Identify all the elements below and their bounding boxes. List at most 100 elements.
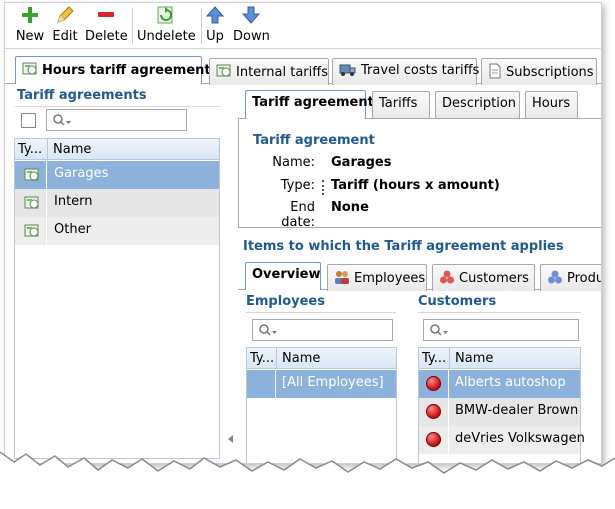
row-name: [All Employees] <box>282 375 384 390</box>
grid-header: Ty... Name <box>418 347 581 369</box>
name-value: Garages <box>331 155 392 170</box>
delete-label: Delete <box>85 29 128 44</box>
end-date-value: None <box>331 200 369 215</box>
column-separator <box>448 398 449 426</box>
row-name: Other <box>54 222 91 237</box>
column-header-name[interactable]: Name <box>53 142 91 157</box>
tab-label: Tariffs <box>379 96 418 111</box>
row-name: BMW-dealer Brown <box>455 403 579 418</box>
search-icon <box>53 114 71 126</box>
tariff-icon <box>24 224 39 237</box>
column-separator <box>46 161 47 189</box>
tab-label: Produ <box>567 271 602 286</box>
column-header-type[interactable]: Ty... <box>422 351 446 366</box>
column-header-name[interactable]: Name <box>282 351 320 366</box>
down-button[interactable]: Down <box>233 4 270 44</box>
toolbar-separator <box>132 8 133 44</box>
tab-label: Internal tariffs <box>236 65 328 80</box>
type-resize-handle[interactable] <box>322 180 324 195</box>
tab-employees[interactable]: Employees <box>327 264 427 291</box>
column-separator <box>46 217 47 245</box>
tab-hours[interactable]: Hours <box>525 91 578 118</box>
document-icon <box>489 63 501 79</box>
tab-hours-tariff-agreements[interactable]: Hours tariff agreements <box>15 56 218 84</box>
column-separator <box>46 189 47 217</box>
tab-products[interactable]: Produ <box>540 264 602 291</box>
toolbar: New Edit Delete Undelete Up Down <box>5 3 601 49</box>
column-separator[interactable] <box>47 139 48 159</box>
undelete-button[interactable]: Undelete <box>137 4 196 44</box>
products-icon <box>548 270 562 284</box>
divider <box>418 312 581 313</box>
edit-button[interactable]: Edit <box>51 4 79 44</box>
column-header-type[interactable]: Ty... <box>250 351 274 366</box>
table-row[interactable]: Garages <box>15 161 219 189</box>
undelete-label: Undelete <box>137 29 196 44</box>
tariff-icon <box>216 64 231 77</box>
tariff-agreements-title: Tariff agreements <box>17 88 147 103</box>
new-label: New <box>15 29 45 44</box>
customers-title: Customers <box>418 294 497 309</box>
search-icon <box>259 324 277 336</box>
tariff-icon <box>22 62 37 75</box>
torn-edge-decoration <box>0 451 615 509</box>
people-icon <box>335 271 349 284</box>
up-button[interactable]: Up <box>204 4 226 44</box>
up-label: Up <box>206 29 224 44</box>
table-row[interactable]: [All Employees] <box>247 370 396 398</box>
tab-customers[interactable]: Customers <box>432 264 535 291</box>
down-label: Down <box>233 29 270 44</box>
divider <box>15 106 220 107</box>
applies-title: Items to which the Tariff agreement appl… <box>243 239 564 254</box>
column-header-type[interactable]: Ty... <box>18 142 42 157</box>
table-row[interactable]: BMW-dealer Brown <box>419 398 580 426</box>
delete-button[interactable]: Delete <box>85 4 128 44</box>
tab-subscriptions[interactable]: Subscriptions <box>481 58 597 85</box>
tab-label: Hours tariff agreements <box>42 63 219 78</box>
row-name: Alberts autoshop <box>455 375 566 390</box>
employees-search-input[interactable] <box>252 319 393 341</box>
column-separator[interactable] <box>449 348 450 368</box>
search-input[interactable] <box>46 109 187 131</box>
customer-status-icon <box>426 376 441 391</box>
tab-internal-tariffs[interactable]: Internal tariffs <box>209 58 329 85</box>
column-separator <box>275 370 276 398</box>
customers-icon <box>440 270 454 284</box>
tab-label: Hours <box>532 96 571 111</box>
tab-overview[interactable]: Overview <box>245 262 321 290</box>
select-all-checkbox[interactable] <box>21 113 36 128</box>
tariff-icon <box>24 196 39 209</box>
truck-icon <box>339 64 356 76</box>
column-separator[interactable] <box>276 348 277 368</box>
tab-description[interactable]: Description <box>435 91 520 118</box>
plus-icon <box>22 7 38 23</box>
table-row[interactable]: Intern <box>15 189 219 217</box>
minus-icon <box>98 12 114 17</box>
tariff-agreement-title: Tariff agreement <box>253 133 375 148</box>
tab-label: Tariff agreement <box>252 95 374 110</box>
tab-travel-costs-tariffs[interactable]: Travel costs tariffs <box>332 58 479 85</box>
arrow-down-icon <box>241 6 261 24</box>
table-row[interactable]: Alberts autoshop <box>419 370 580 398</box>
column-separator <box>448 370 449 398</box>
tariff-icon <box>24 168 39 181</box>
type-label: Type: <box>280 178 315 193</box>
table-row[interactable]: Other <box>15 217 219 245</box>
new-button[interactable]: New <box>15 4 45 44</box>
undelete-icon <box>157 6 173 24</box>
tab-label: Description <box>442 96 517 111</box>
divider <box>246 312 396 313</box>
tab-tariff-agreement[interactable]: Tariff agreement <box>245 90 374 119</box>
toolbar-separator <box>201 8 202 44</box>
employees-title: Employees <box>246 294 325 309</box>
tab-tariffs[interactable]: Tariffs <box>372 91 430 118</box>
type-value: Tariff (hours x amount) <box>331 178 500 193</box>
column-header-name[interactable]: Name <box>455 351 493 366</box>
grid-header: Ty... Name <box>14 138 220 160</box>
arrow-up-icon <box>205 6 225 24</box>
customers-search-input[interactable] <box>423 319 579 341</box>
end-date-label: End date: <box>281 200 315 230</box>
search-icon <box>430 324 448 336</box>
tab-label: Employees <box>354 271 426 286</box>
edit-label: Edit <box>52 29 78 44</box>
